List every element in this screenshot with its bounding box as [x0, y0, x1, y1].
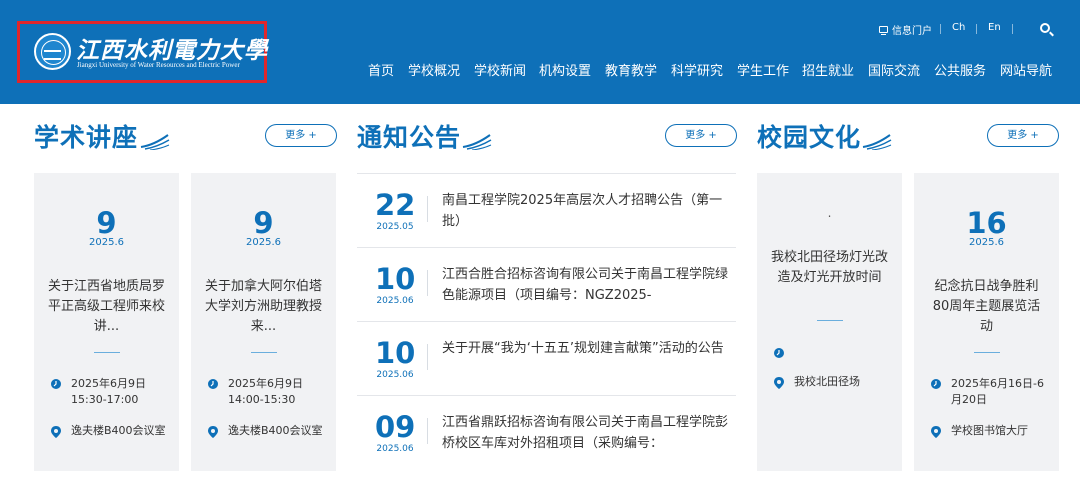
card-title: 关于加拿大阿尔伯塔大学刘方洲助理教授来... [205, 279, 323, 334]
nav-item-about[interactable]: 学校概况 [408, 60, 460, 79]
notice-day: 09 [375, 410, 416, 444]
card-place-text: 逸夫楼B400会议室 [228, 424, 323, 437]
notice-divider [427, 418, 428, 444]
location-pin-icon [931, 426, 941, 438]
clock-icon [51, 379, 61, 389]
culture-card[interactable]: 16 2025.6 纪念抗日战争胜利80周年主题展览活动 2025年6月16日-… [914, 173, 1059, 471]
card-divider [817, 320, 843, 321]
notice-divider [427, 196, 428, 222]
clock-icon [208, 379, 218, 389]
card-time: 2025年6月16日-6月20日 [931, 376, 1049, 410]
card-year-month: 2025.6 [89, 237, 124, 248]
card-day: 16 [966, 206, 1007, 240]
lectures-more-button[interactable]: 更多 + [265, 124, 337, 147]
main-nav: 首页 学校概况 学校新闻 机构设置 教育教学 科学研究 学生工作 招生就业 国际… [0, 60, 1080, 80]
info-portal-label: 信息门户 [892, 26, 932, 37]
card-title: 关于江西省地质局罗平正高级工程师来校讲... [48, 279, 166, 334]
card-time-text: 2025年6月16日-6月20日 [951, 377, 1044, 406]
card-title: 纪念抗日战争胜利80周年主题展览活动 [932, 279, 1041, 334]
notice-item[interactable]: 09 2025.06 江西省鼎跃招标咨询有限公司关于南昌工程学院彭桥校区车库对外… [357, 395, 736, 469]
wave-decoration-icon [862, 134, 892, 150]
notices-section-title: 通知公告 [357, 123, 462, 152]
lecture-card[interactable]: 9 2025.6 关于加拿大阿尔伯塔大学刘方洲助理教授来... 2025年6月9… [191, 173, 336, 471]
card-title: 我校北田径场灯光改造及灯光开放时间 [771, 250, 889, 285]
notice-title: 南昌工程学院2025年高层次人才招聘公告（第一批） [442, 193, 723, 229]
lang-chinese-link[interactable]: Ch [952, 22, 965, 33]
card-divider [94, 352, 120, 353]
location-pin-icon [208, 426, 218, 438]
notice-day: 10 [375, 336, 416, 370]
top-link-divider [976, 24, 977, 34]
nav-item-home[interactable]: 首页 [368, 60, 394, 79]
card-place: 学校图书馆大厅 [931, 423, 1049, 439]
top-link-divider [1012, 24, 1013, 34]
card-time-text: 2025年6月9日 14:00-15:30 [228, 377, 303, 406]
top-link-divider [940, 24, 941, 34]
notice-item[interactable]: 10 2025.06 江西合胜合招标咨询有限公司关于南昌工程学院绿色能源项目（项… [357, 247, 736, 321]
nav-item-news[interactable]: 学校新闻 [474, 60, 526, 79]
card-day: 9 [253, 206, 274, 240]
card-place-text: 我校北田径场 [794, 375, 860, 388]
card-day: . [827, 206, 832, 220]
notice-day: 22 [375, 188, 416, 222]
card-time [774, 345, 892, 361]
notice-year-month: 2025.05 [376, 222, 414, 232]
notice-divider [427, 270, 428, 296]
location-pin-icon [51, 426, 61, 438]
notice-title: 江西省鼎跃招标咨询有限公司关于南昌工程学院彭桥校区车库对外招租项目（采购编号： [442, 415, 729, 451]
card-place-text: 逸夫楼B400会议室 [71, 424, 166, 437]
clock-icon [774, 348, 784, 358]
location-pin-icon [774, 377, 784, 389]
card-place: 逸夫楼B400会议室 [208, 423, 326, 439]
notices-more-button[interactable]: 更多 + [665, 124, 737, 147]
notice-title: 关于开展“我为‘十五五’规划建言献策”活动的公告 [442, 341, 724, 356]
notice-day: 10 [375, 262, 416, 296]
nav-item-education[interactable]: 教育教学 [605, 60, 657, 79]
lecture-card[interactable]: 9 2025.6 关于江西省地质局罗平正高级工程师来校讲... 2025年6月9… [34, 173, 179, 471]
card-year-month: 2025.6 [246, 237, 281, 248]
top-links: 信息门户 Ch En [0, 22, 1080, 38]
culture-card[interactable]: . 我校北田径场灯光改造及灯光开放时间 我校北田径场 [757, 173, 902, 471]
culture-section-title: 校园文化 [757, 123, 862, 152]
info-portal-link[interactable]: 信息门户 [879, 22, 932, 37]
card-place: 逸夫楼B400会议室 [51, 423, 169, 439]
nav-item-sitemap[interactable]: 网站导航 [1000, 60, 1052, 79]
card-place-text: 学校图书馆大厅 [951, 424, 1028, 437]
nav-item-students[interactable]: 学生工作 [737, 60, 789, 79]
wave-decoration-icon [140, 134, 170, 150]
clock-icon [931, 379, 941, 389]
card-day: 9 [96, 206, 117, 240]
nav-item-international[interactable]: 国际交流 [868, 60, 920, 79]
search-icon[interactable] [1040, 23, 1050, 33]
nav-item-organization[interactable]: 机构设置 [539, 60, 591, 79]
notice-item[interactable]: 10 2025.06 关于开展“我为‘十五五’规划建言献策”活动的公告 [357, 321, 736, 395]
card-place: 我校北田径场 [774, 374, 892, 390]
notice-divider [427, 344, 428, 370]
monitor-icon [879, 26, 888, 35]
notice-item[interactable]: 22 2025.05 南昌工程学院2025年高层次人才招聘公告（第一批） [357, 173, 736, 247]
site-header: 江西水利電力大學 Jiangxi University of Water Res… [0, 0, 1080, 104]
culture-more-button[interactable]: 更多 + [987, 124, 1059, 147]
notice-year-month: 2025.06 [376, 370, 414, 380]
wave-decoration-icon [462, 134, 492, 150]
nav-item-admission[interactable]: 招生就业 [802, 60, 854, 79]
card-divider [974, 352, 1000, 353]
card-time-text: 2025年6月9日 15:30-17:00 [71, 377, 146, 406]
lectures-section-title: 学术讲座 [34, 123, 139, 152]
lang-english-link[interactable]: En [988, 22, 1001, 33]
nav-item-research[interactable]: 科学研究 [671, 60, 723, 79]
card-year-month: 2025.6 [969, 237, 1004, 248]
notice-year-month: 2025.06 [376, 444, 414, 454]
card-time: 2025年6月9日 15:30-17:00 [51, 376, 169, 410]
nav-item-services[interactable]: 公共服务 [934, 60, 986, 79]
notice-year-month: 2025.06 [376, 296, 414, 306]
card-time: 2025年6月9日 14:00-15:30 [208, 376, 326, 410]
notice-title: 江西合胜合招标咨询有限公司关于南昌工程学院绿色能源项目（项目编号：NGZ2025… [442, 267, 729, 303]
card-divider [251, 352, 277, 353]
